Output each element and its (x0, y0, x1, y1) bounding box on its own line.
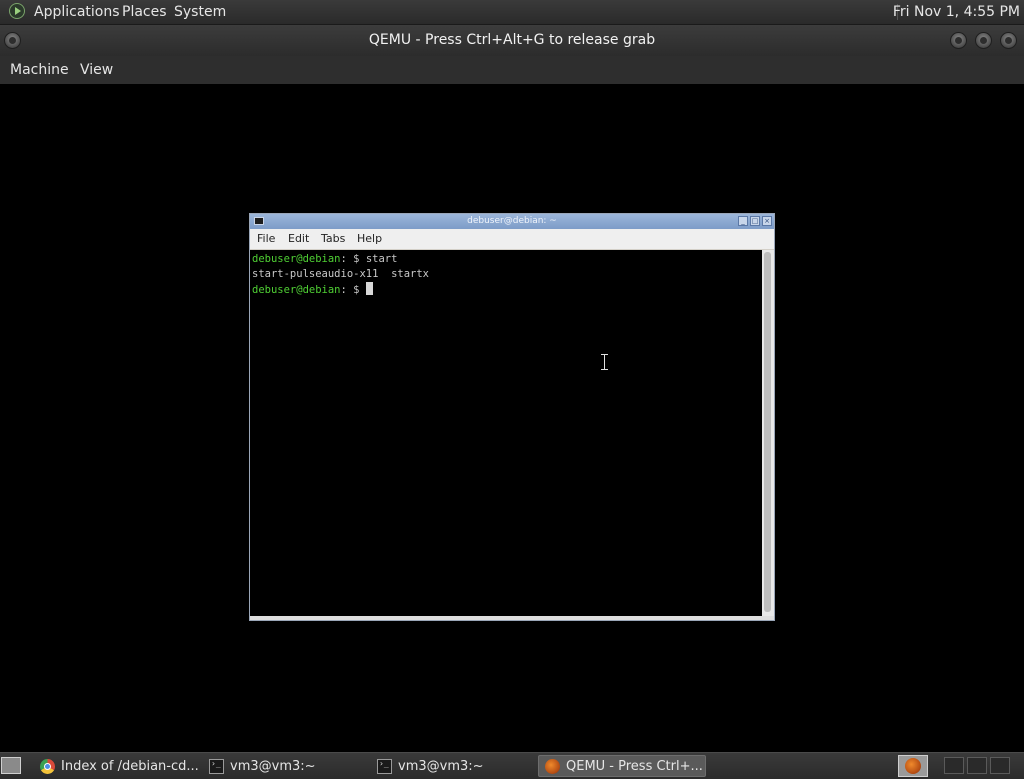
qemu-titlebar[interactable]: QEMU - Press Ctrl+Alt+G to release grab (0, 25, 1024, 56)
guest-terminal-menubar: File Edit Tabs Help (250, 229, 774, 249)
prompt-symbol: : $ (340, 284, 366, 296)
prompt-user-host: debuser@debian (252, 253, 341, 265)
terminal-icon (377, 759, 392, 774)
top-panel: Applications Places System Fri Nov 1, 4:… (0, 0, 1024, 25)
prompt-user-host: debuser@debian (252, 284, 341, 296)
terminal-bottom-edge (250, 616, 774, 620)
window-title: QEMU - Press Ctrl+Alt+G to release grab (368, 32, 656, 48)
text-cursor (365, 282, 373, 295)
qemu-menubar: Machine View (0, 56, 1024, 84)
terminal-line: start-pulseaudio-x11 startx (252, 268, 430, 280)
guest-terminal-titlebar[interactable]: debuser@debian: ~ _ □ × (250, 214, 774, 229)
workspace-2[interactable] (967, 757, 987, 774)
guest-maximize-icon[interactable]: □ (750, 216, 760, 226)
task-qemu[interactable]: QEMU - Press Ctrl+... (538, 755, 706, 777)
workspace-3[interactable] (990, 757, 1010, 774)
prompt-symbol: : $ (340, 253, 366, 265)
minimize-icon[interactable] (950, 32, 967, 49)
task-terminal-1[interactable]: vm3@vm3:~ (202, 755, 368, 777)
task-terminal-2[interactable]: vm3@vm3:~ (370, 755, 536, 777)
term-menu-help[interactable]: Help (357, 232, 382, 246)
qemu-icon (545, 759, 560, 774)
menu-view[interactable]: View (80, 61, 113, 79)
menu-places[interactable]: Places (122, 3, 167, 21)
bottom-taskbar: Index of /debian-cd... vm3@vm3:~ vm3@vm3… (0, 752, 1024, 779)
term-menu-tabs[interactable]: Tabs (321, 232, 345, 246)
scrollbar-thumb[interactable] (764, 252, 771, 612)
gnome-foot-icon[interactable] (9, 3, 25, 19)
typed-command: start (365, 253, 398, 265)
terminal-scrollbar[interactable] (762, 250, 774, 616)
task-label: Index of /debian-cd... (61, 759, 199, 774)
menu-system[interactable]: System (174, 3, 226, 21)
task-browser[interactable]: Index of /debian-cd... (33, 755, 201, 777)
menu-machine[interactable]: Machine (10, 61, 69, 79)
guest-terminal-window[interactable]: debuser@debian: ~ _ □ × File Edit Tabs H… (249, 213, 775, 621)
guest-terminal-title: debuser@debian: ~ (467, 216, 557, 226)
term-menu-file[interactable]: File (257, 232, 275, 246)
terminal-icon (209, 759, 224, 774)
terminal-line: debuser@debian: $ start (252, 252, 397, 267)
task-label: vm3@vm3:~ (398, 759, 484, 774)
close-icon[interactable] (1000, 32, 1017, 49)
show-desktop-icon[interactable] (1, 757, 21, 774)
term-menu-edit[interactable]: Edit (288, 232, 309, 246)
terminal-line: debuser@debian: $ (252, 282, 373, 298)
maximize-icon[interactable] (975, 32, 992, 49)
workspace-1[interactable] (944, 757, 964, 774)
task-label: vm3@vm3:~ (230, 759, 316, 774)
chrome-icon (40, 759, 55, 774)
clock[interactable]: Fri Nov 1, 4:55 PM (893, 3, 1020, 21)
ibeam-cursor-icon (600, 354, 609, 370)
menu-applications[interactable]: Applications (34, 3, 120, 21)
guest-minimize-icon[interactable]: _ (738, 216, 748, 226)
terminal-output[interactable]: debuser@debian: $ start start-pulseaudio… (250, 250, 762, 616)
task-label: QEMU - Press Ctrl+... (566, 759, 703, 774)
tray-qemu-icon[interactable] (898, 755, 928, 777)
guest-close-icon[interactable]: × (762, 216, 772, 226)
